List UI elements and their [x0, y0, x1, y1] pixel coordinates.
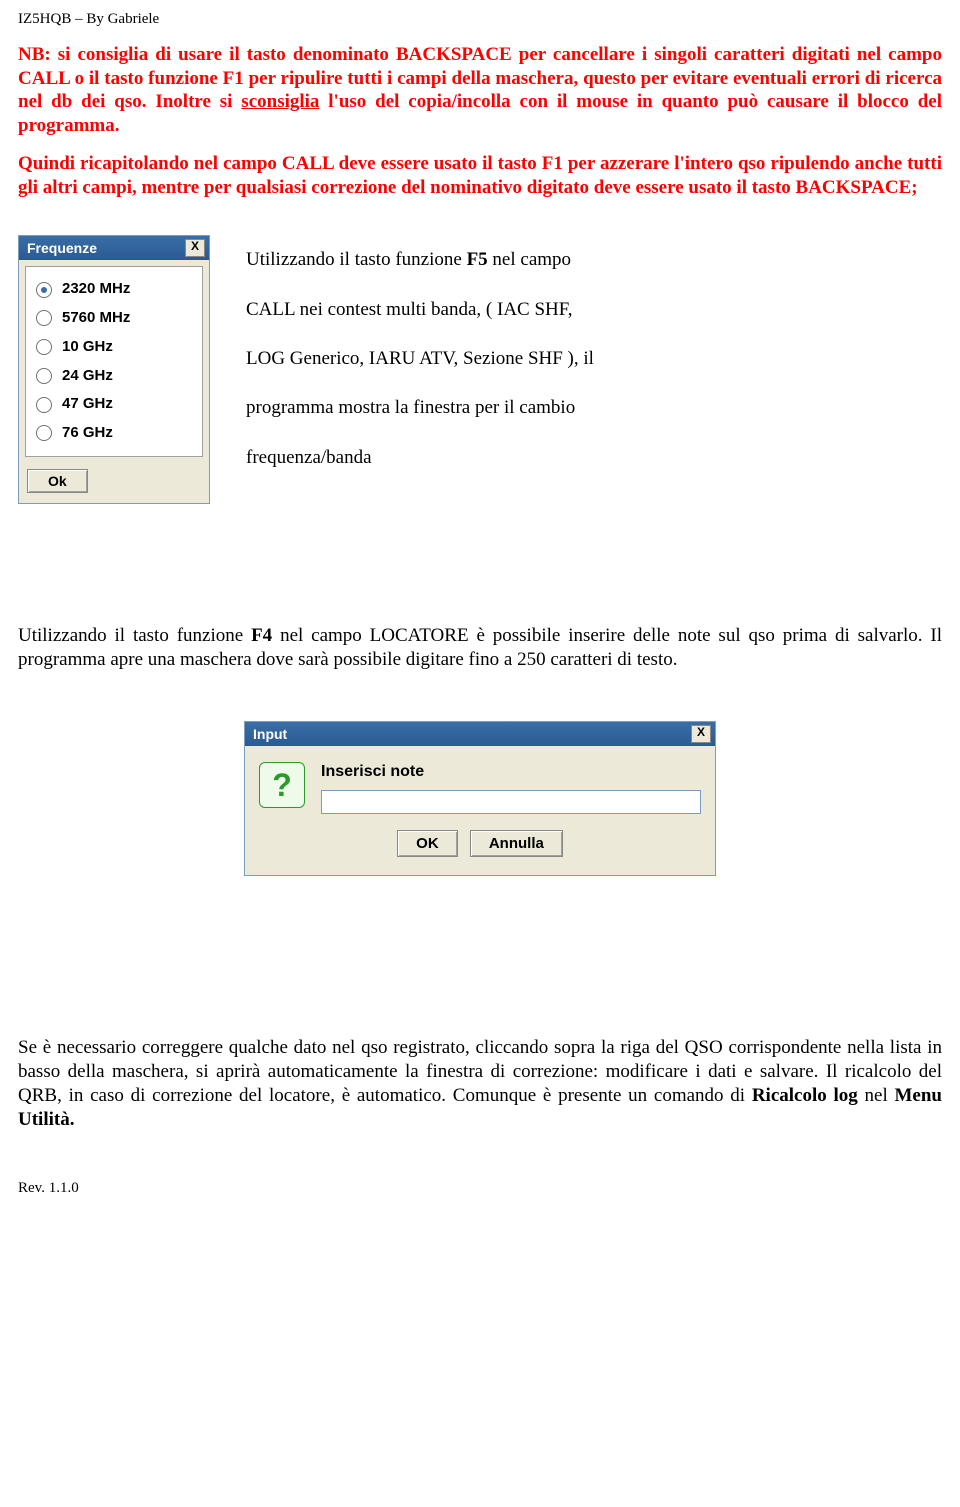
- question-icon: ?: [259, 762, 305, 808]
- recap-paragraph: Quindi ricapitolando nel campo CALL deve…: [18, 152, 942, 200]
- frequenze-title: Frequenze: [27, 240, 97, 258]
- radio-icon: [36, 339, 52, 355]
- f5-line3: LOG Generico, IARU ATV, Sezione SHF ), i…: [246, 334, 942, 383]
- f5-description: Utilizzando il tasto funzione F5 nel cam…: [246, 235, 942, 482]
- f4-bold: F4: [251, 625, 272, 646]
- doc-header: IZ5HQB – By Gabriele: [18, 10, 942, 29]
- radio-label: 10 GHz: [62, 338, 113, 357]
- close-icon[interactable]: X: [185, 239, 205, 257]
- final-c: nel: [858, 1085, 895, 1106]
- radio-icon: [36, 368, 52, 384]
- notes-input[interactable]: [321, 790, 701, 814]
- radio-label: 24 GHz: [62, 367, 113, 386]
- final-paragraph: Se è necessario correggere qualche dato …: [18, 1036, 942, 1131]
- input-dialog: Input X ? Inserisci note OK Annulla: [244, 721, 716, 876]
- input-body: ? Inserisci note OK Annulla: [245, 746, 715, 875]
- frequenze-footer: Ok: [19, 463, 209, 503]
- nb-text-underline: sconsiglia: [241, 91, 319, 112]
- f5-line4: programma mostra la finestra per il camb…: [246, 383, 942, 432]
- f5-bold: F5: [467, 249, 488, 270]
- radio-option[interactable]: 10 GHz: [32, 333, 196, 362]
- radio-option[interactable]: 76 GHz: [32, 419, 196, 448]
- cancel-button[interactable]: Annulla: [470, 830, 563, 857]
- radio-label: 76 GHz: [62, 424, 113, 443]
- nb-paragraph: NB: si consiglia di usare il tasto denom…: [18, 43, 942, 138]
- radio-icon: [36, 397, 52, 413]
- f4-paragraph: Utilizzando il tasto funzione F4 nel cam…: [18, 624, 942, 672]
- f5-line1a: Utilizzando il tasto funzione: [246, 249, 467, 270]
- f5-line1c: nel campo: [488, 249, 571, 270]
- final-b: Ricalcolo log: [752, 1085, 858, 1106]
- radio-label: 5760 MHz: [62, 309, 130, 328]
- f5-line2: CALL nei contest multi banda, ( IAC SHF,: [246, 285, 942, 334]
- radio-option[interactable]: 24 GHz: [32, 362, 196, 391]
- revision-footer: Rev. 1.1.0: [18, 1179, 942, 1198]
- close-icon[interactable]: X: [691, 725, 711, 743]
- input-label: Inserisci note: [321, 762, 701, 782]
- radio-icon: [36, 310, 52, 326]
- ok-button[interactable]: Ok: [27, 469, 88, 493]
- frequenze-window: Frequenze X 2320 MHz 5760 MHz 10 GHz 24 …: [18, 235, 210, 504]
- ok-button[interactable]: OK: [397, 830, 458, 857]
- frequenze-titlebar: Frequenze X: [19, 236, 209, 260]
- radio-label: 47 GHz: [62, 395, 113, 414]
- radio-icon: [36, 282, 52, 298]
- f5-line5: frequenza/banda: [246, 433, 942, 482]
- frequenze-body: 2320 MHz 5760 MHz 10 GHz 24 GHz 47 GHz 7…: [25, 266, 203, 457]
- radio-label: 2320 MHz: [62, 280, 130, 299]
- input-title: Input: [253, 726, 287, 744]
- radio-option[interactable]: 47 GHz: [32, 390, 196, 419]
- radio-option[interactable]: 5760 MHz: [32, 304, 196, 333]
- radio-icon: [36, 425, 52, 441]
- f4-text-a: Utilizzando il tasto funzione: [18, 625, 251, 646]
- radio-option[interactable]: 2320 MHz: [32, 275, 196, 304]
- input-titlebar: Input X: [245, 722, 715, 746]
